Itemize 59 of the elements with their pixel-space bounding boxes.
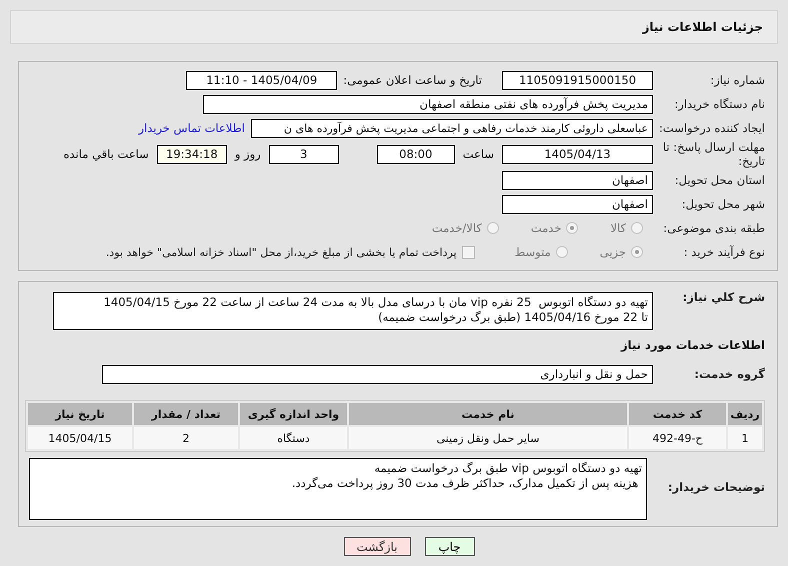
page-title: جزئیات اطلاعات نیاز — [642, 20, 763, 34]
table-cell: 1405/04/15 — [28, 427, 132, 449]
radio-button[interactable] — [631, 222, 643, 234]
column-header: تاریخ نیاز — [28, 403, 132, 425]
field-label: توضیحات خریدار: — [666, 480, 765, 494]
field-label: شهر محل تحویل: — [680, 197, 765, 211]
checkbox-label: پرداخت تمام یا بخشی از مبلغ خرید،از محل "اسناد خزانه اسلامی" خواهد بود. — [106, 246, 457, 258]
announce-date-field: 1405/04/09 - 11:10 — [186, 70, 338, 90]
service-group-field: حمل و نقل و انبارداری — [102, 364, 653, 384]
deadline-time-field: 08:00 — [376, 144, 455, 164]
notes-line: هزینه پس از تکمیل مدارک، حداکثر ظرف مدت 30 روز پرداخت می‌گردد. — [290, 476, 640, 491]
field-label: طبقه بندی موضوعی: — [662, 221, 765, 235]
notes-line: تهیه دو دستگاه اتوبوس vip طبق برگ درخواست ضمیمه — [373, 461, 642, 476]
contact-link[interactable]: اطلاعات تماس خریدار — [138, 121, 245, 135]
action-button[interactable]: چاپ — [424, 537, 474, 556]
field-label: شماره نیاز: — [709, 73, 765, 87]
table-cell: 2 — [134, 427, 238, 449]
days-field: 3 — [268, 144, 339, 164]
field-label: شرح کلي نیاز: — [682, 290, 765, 304]
need-number-field: 1105091915000150 — [502, 70, 653, 90]
section-heading: اطلاعات خدمات مورد نیاز — [620, 338, 765, 352]
description-line: تهیه دو دستگاه اتوبوس 25 نفره vip مان با درسای مدل بالا به مدت 24 ساعت از ساعت 22 مورخ 1405/04/15 — [102, 295, 648, 310]
option-label: کالا/خدمت — [432, 221, 482, 235]
column-header: تعداد / مقدار — [134, 403, 238, 425]
description-line: تا 22 مورخ 1405/04/16 (طبق برگ درخواست ضمیمه) — [377, 310, 648, 325]
table-cell: دستگاه — [240, 427, 347, 449]
field-label: مهلت ارسال پاسخ: تا تاریخ: — [662, 140, 765, 168]
column-header: واحد اندازه گیری — [240, 403, 347, 425]
deadline-date-field: 1405/04/13 — [502, 144, 653, 164]
checkbox[interactable] — [462, 246, 475, 258]
column-header: کد خدمت — [629, 403, 726, 425]
field-label: نوع فرآیند خرید : — [682, 245, 765, 259]
option-label: جزیی — [600, 245, 626, 259]
table-cell: ح-49-492 — [629, 427, 726, 449]
days-label: روز و — [234, 147, 261, 161]
field-label: تاریخ و ساعت اعلان عمومی: — [343, 73, 482, 87]
column-header: نام خدمت — [349, 403, 627, 425]
field-label: ایجاد کننده درخواست: — [658, 121, 765, 135]
radio-button[interactable] — [566, 222, 578, 234]
radio-button[interactable] — [556, 246, 568, 258]
province-field: اصفهان — [502, 170, 653, 190]
table-cell: سایر حمل ونقل زمینی — [349, 427, 627, 449]
remaining-label: ساعت باقي مانده — [64, 147, 149, 161]
creator-field: عباسعلی داروئی کارمند خدمات رفاهی و اجتماعی مدیریت پخش فرآورده های ن — [251, 118, 653, 138]
option-label: کالا — [610, 221, 626, 235]
option-label: خدمت — [530, 221, 562, 235]
city-field: اصفهان — [502, 194, 653, 214]
field-label: گروه خدمت: — [693, 367, 765, 381]
buyer-field: مدیریت پخش فرآورده های نفتی منطقه اصفهان — [203, 94, 653, 114]
table-cell: 1 — [728, 427, 762, 449]
remaining-time-field: 19:34:18 — [156, 144, 227, 164]
time-label: ساعت — [462, 147, 494, 161]
radio-button[interactable] — [631, 246, 643, 258]
option-label: متوسط — [514, 245, 551, 259]
action-button[interactable]: بازگشت — [344, 537, 410, 556]
field-label: نام دستگاه خریدار: — [673, 97, 765, 111]
column-header: ردیف — [728, 403, 762, 425]
field-label: استان محل تحویل: — [674, 173, 765, 187]
radio-button[interactable] — [486, 222, 499, 234]
